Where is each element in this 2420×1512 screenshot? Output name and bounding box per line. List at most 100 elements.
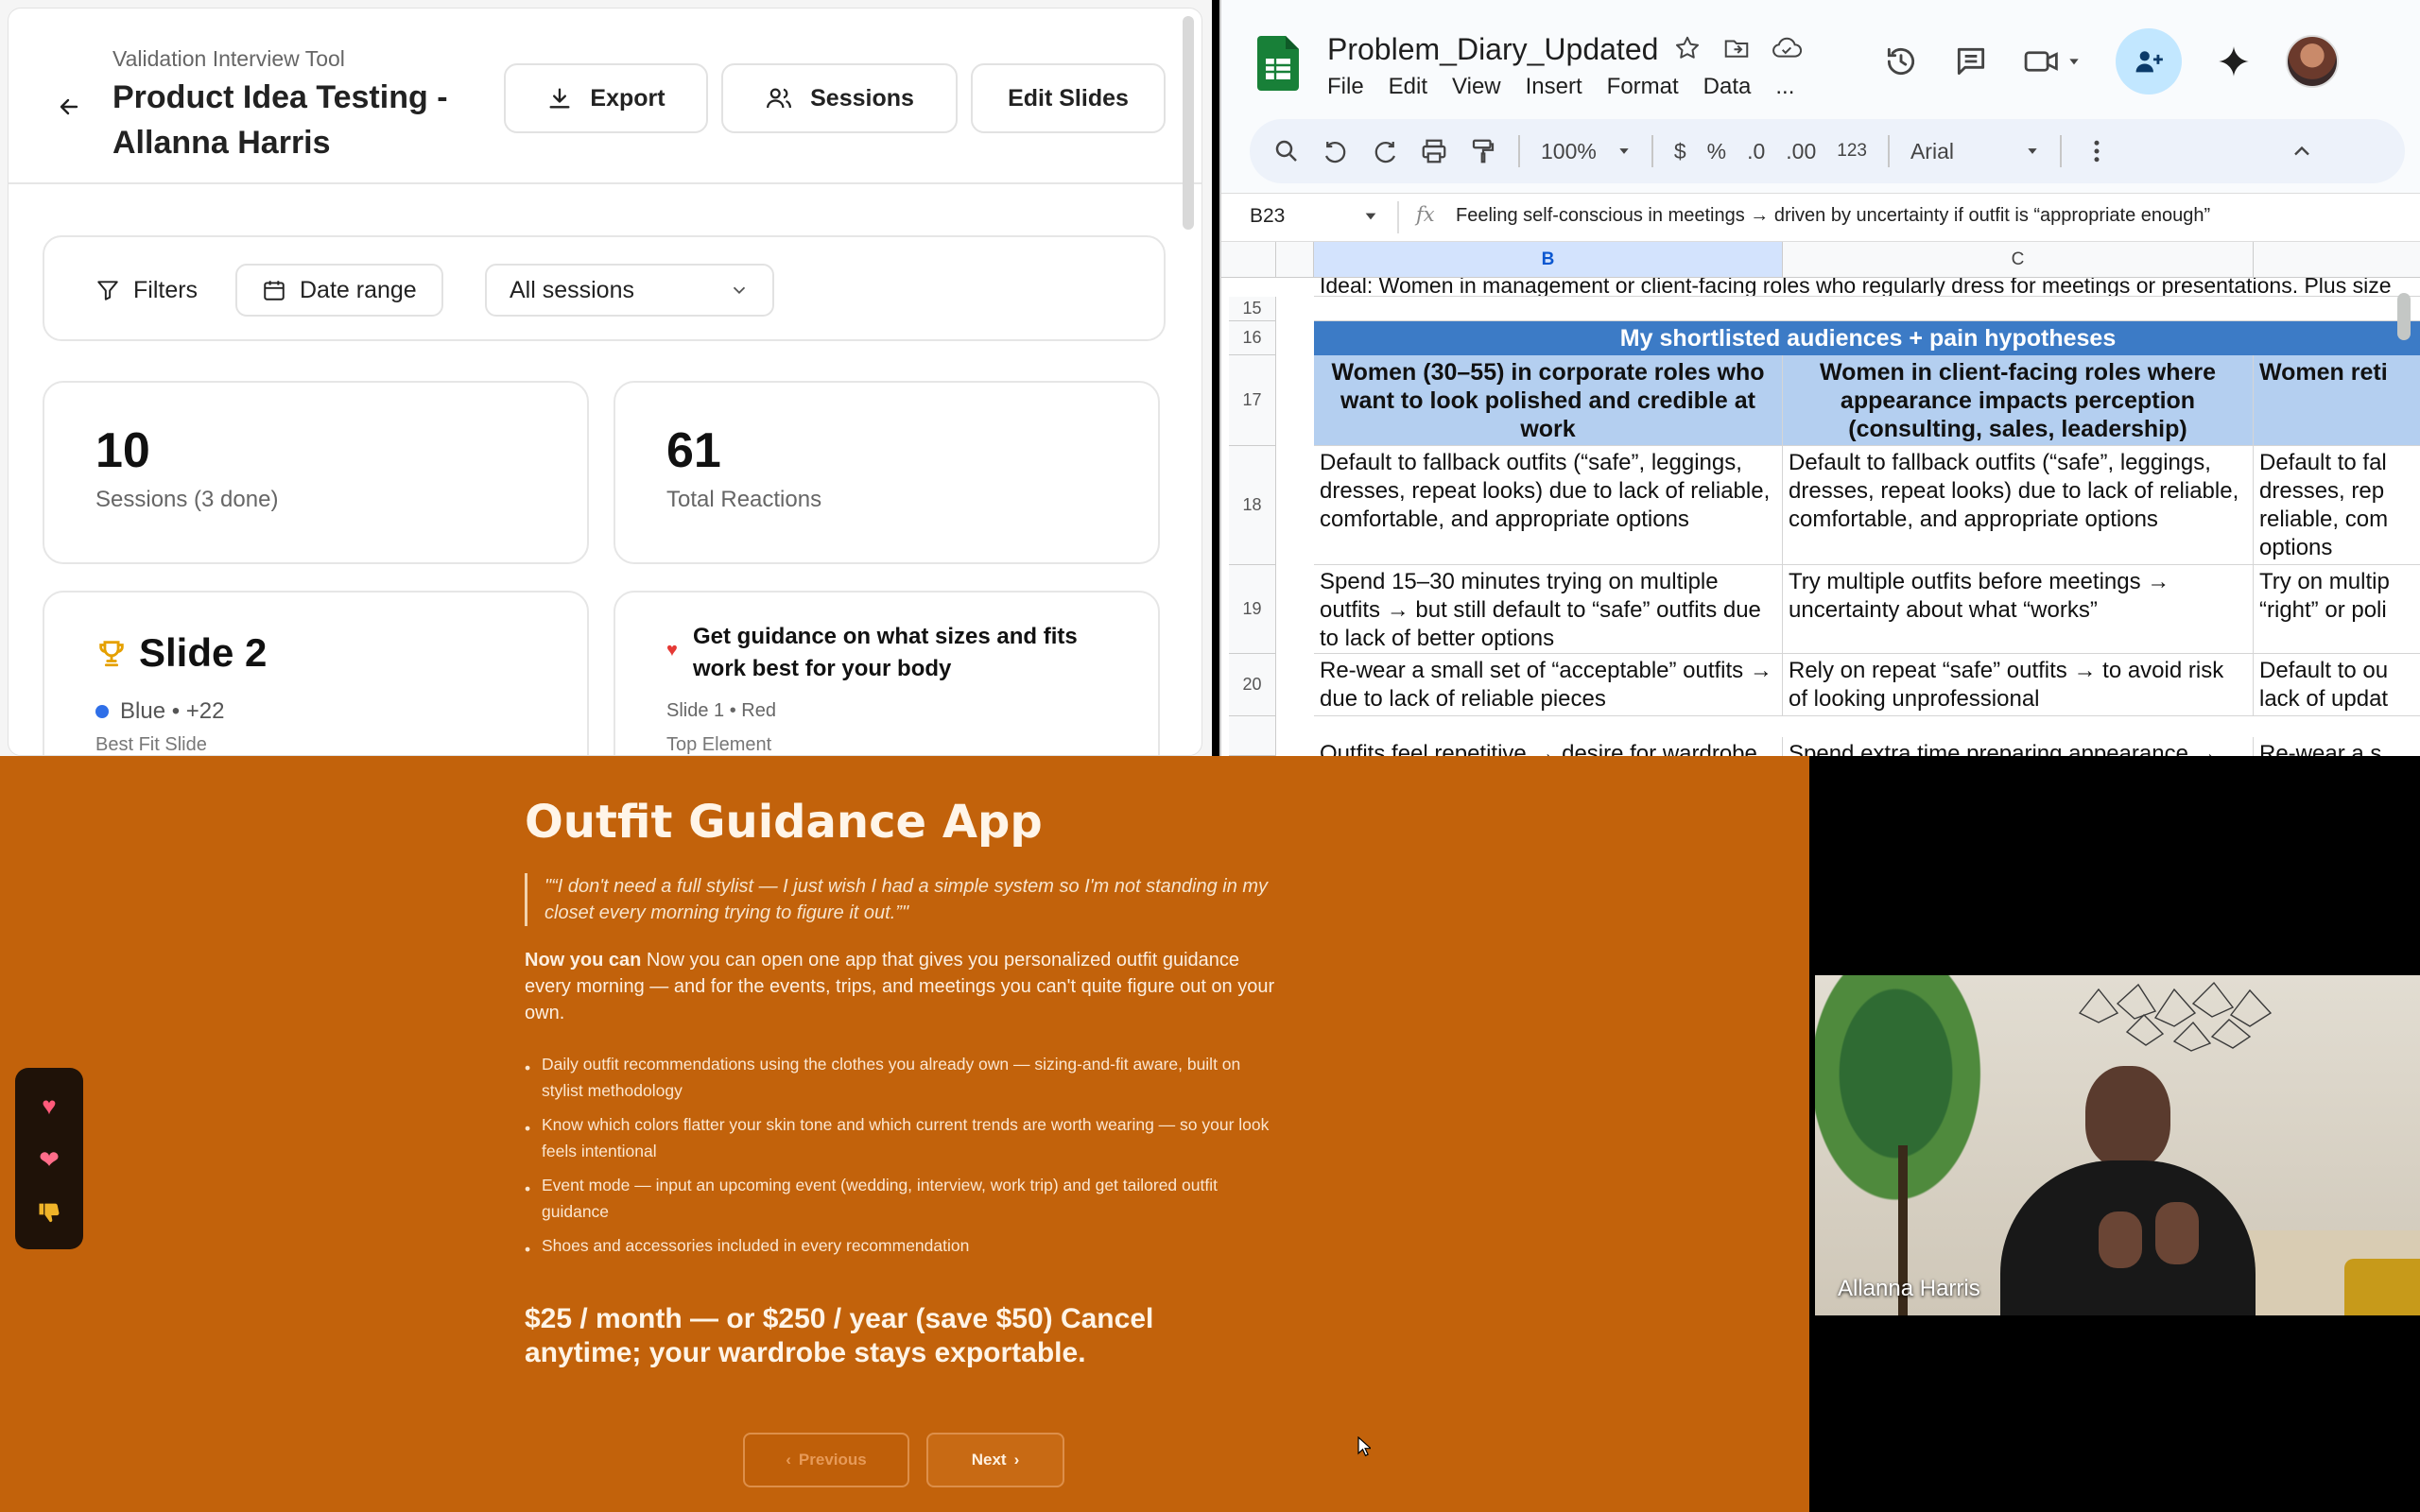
toolbar-separator (2059, 135, 2062, 167)
heart-reaction-icon[interactable]: ♥ (42, 1091, 56, 1121)
version-history-icon[interactable] (1883, 43, 1919, 79)
font-select[interactable]: Arial (1910, 139, 2005, 164)
menu-data[interactable]: Data (1703, 74, 1752, 100)
print-icon[interactable] (1420, 137, 1448, 165)
sparkling-heart-reaction-icon[interactable]: ❤ (39, 1145, 60, 1175)
row-header[interactable]: 18 (1229, 446, 1276, 565)
section-band[interactable]: My shortlisted audiences + pain hypothes… (1314, 321, 2420, 355)
audience-header-cell[interactable]: Women (30–55) in corporate roles who wan… (1314, 355, 1783, 446)
sessions-count: 10 (95, 423, 150, 478)
cloud-status-icon[interactable] (1772, 34, 1802, 62)
row-header[interactable]: 17 (1229, 355, 1276, 446)
table-cell[interactable]: Re-wear a s (2254, 737, 2420, 756)
row-header[interactable]: 19 (1229, 565, 1276, 654)
currency-format-button[interactable]: $ (1674, 139, 1686, 164)
row-header[interactable]: 15 (1229, 297, 1276, 321)
name-box[interactable]: B23 (1250, 205, 1285, 228)
column-header-a[interactable] (1276, 242, 1314, 278)
participant-hand (2155, 1202, 2199, 1264)
table-cell[interactable]: Try multiple outfits before meetings → u… (1783, 565, 2254, 654)
column-header-b[interactable]: B (1314, 242, 1783, 278)
date-range-button[interactable]: Date range (235, 264, 443, 317)
top-element-card[interactable]: ♥ Get guidance on what sizes and fits wo… (614, 591, 1160, 755)
caret-down-icon[interactable] (2026, 145, 2039, 158)
avatar[interactable] (2286, 35, 2339, 88)
menu-view[interactable]: View (1452, 74, 1501, 100)
menu-format[interactable]: Format (1607, 74, 1679, 100)
title-icons (1673, 34, 1802, 62)
slide-title: Outfit Guidance App (525, 796, 1043, 849)
thumbs-down-reaction-icon[interactable] (36, 1199, 62, 1226)
table-cell[interactable]: Outfits feel repetitive → desire for war… (1314, 737, 1783, 756)
menu-bar: File Edit View Insert Format Data ... (1327, 74, 1794, 100)
move-folder-icon[interactable] (1722, 34, 1751, 62)
best-fit-slide-card[interactable]: Slide 2 Blue • +22 Best Fit Slide (43, 591, 589, 755)
column-header-c[interactable]: C (1783, 242, 2254, 278)
row-header[interactable]: 16 (1229, 321, 1276, 355)
next-button[interactable]: Next › (926, 1433, 1064, 1487)
more-vert-icon[interactable] (2083, 137, 2111, 165)
filters-button[interactable]: Filters (95, 264, 198, 317)
comments-icon[interactable] (1953, 43, 1989, 79)
document-title[interactable]: Problem_Diary_Updated (1327, 32, 1658, 67)
caret-down-icon[interactable] (1363, 209, 1378, 224)
top-element-text: Get guidance on what sizes and fits work… (693, 624, 1078, 681)
table-cell[interactable]: Try on multip “right” or poli (2254, 565, 2420, 654)
table-cell[interactable]: Re-wear a small set of “acceptable” outf… (1314, 654, 1783, 716)
row-header[interactable]: 20 (1229, 654, 1276, 716)
audience-header-cell[interactable]: Women reti (2254, 355, 2420, 446)
column-header-d[interactable] (2254, 242, 2420, 278)
chevron-up-icon[interactable] (2289, 138, 2315, 164)
table-cell[interactable]: Default to fallback outfits (“safe”, leg… (1314, 446, 1783, 565)
table-cell[interactable]: Default to fal dresses, rep reliable, co… (2254, 446, 2420, 565)
table-cell[interactable]: Default to fallback outfits (“safe”, leg… (1783, 446, 2254, 565)
toolbar-separator (1887, 135, 1890, 167)
share-button[interactable] (2116, 28, 2182, 94)
table-cell[interactable]: Rely on repeat “safe” outfits → to avoid… (1783, 654, 2254, 716)
table-cell[interactable]: Spend 15–30 minutes trying on multiple o… (1314, 565, 1783, 654)
row-header[interactable] (1229, 716, 1276, 756)
clipped-cell[interactable]: Ideal: Women in management or client-fac… (1314, 278, 2420, 297)
audience-header-cell[interactable]: Women in client-facing roles where appea… (1783, 355, 2254, 446)
menu-more[interactable]: ... (1775, 74, 1794, 100)
caret-down-icon[interactable] (1617, 145, 1631, 158)
sessions-stat-card: 10 Sessions (3 done) (43, 381, 589, 564)
calendar-icon (264, 281, 285, 301)
formula-input[interactable]: Feeling self-conscious in meetings → dri… (1456, 205, 2210, 227)
table-cell[interactable]: Spend extra time preparing appearance → (1783, 737, 2254, 756)
participant-name: Allanna Harris (1838, 1276, 1980, 1301)
menu-file[interactable]: File (1327, 74, 1364, 100)
decrease-decimal-button[interactable]: .0 (1747, 139, 1765, 164)
gemini-icon[interactable] (2216, 43, 2252, 79)
zoom-select[interactable]: 100% (1541, 139, 1597, 164)
back-button[interactable] (50, 88, 88, 126)
vertical-scrollbar[interactable] (2397, 293, 2411, 340)
list-item: Event mode — input an upcoming event (we… (525, 1172, 1281, 1225)
participant-video[interactable]: Allanna Harris (1815, 975, 2420, 1315)
sessions-button[interactable]: Sessions (721, 63, 958, 133)
sessions-select[interactable]: All sessions (485, 264, 774, 317)
export-button[interactable]: Export (504, 63, 708, 133)
reactions-count-label: Total Reactions (666, 487, 822, 512)
video-camera-icon (2024, 51, 2058, 72)
undo-icon[interactable] (1322, 137, 1350, 165)
star-icon[interactable] (1673, 34, 1702, 62)
paint-format-icon[interactable] (1469, 137, 1497, 165)
best-slide-title: Slide 2 (139, 630, 268, 675)
table-row[interactable] (1314, 297, 2420, 321)
percent-format-button[interactable]: % (1707, 139, 1726, 164)
menu-edit[interactable]: Edit (1389, 74, 1427, 100)
previous-button[interactable]: ‹ Previous (743, 1433, 909, 1487)
scrollbar[interactable] (1183, 16, 1194, 230)
table-cell[interactable]: Default to ou lack of updat (2254, 654, 2420, 716)
redo-icon[interactable] (1371, 137, 1399, 165)
search-icon[interactable] (1272, 137, 1301, 165)
download-icon (549, 88, 570, 109)
formula-separator (1397, 201, 1399, 233)
meet-button[interactable] (2023, 43, 2082, 79)
menu-insert[interactable]: Insert (1526, 74, 1582, 100)
select-all-corner[interactable] (1221, 242, 1276, 278)
increase-decimal-button[interactable]: .00 (1786, 139, 1816, 164)
number-format-button[interactable]: 123 (1837, 141, 1867, 162)
edit-slides-button[interactable]: Edit Slides (971, 63, 1166, 133)
